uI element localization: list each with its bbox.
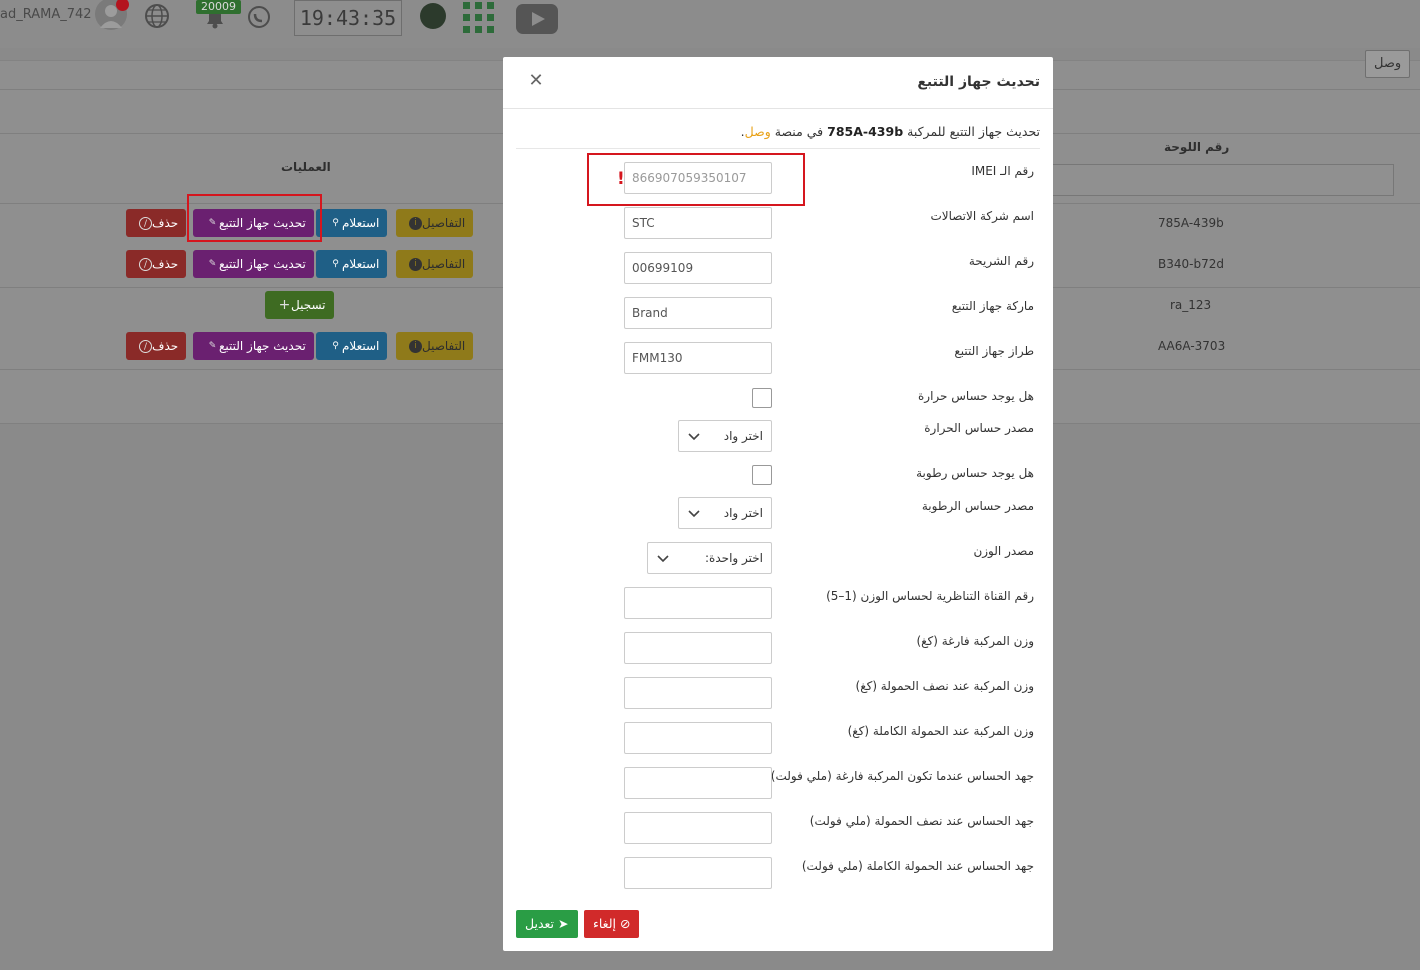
empty-weight-field[interactable]	[624, 632, 772, 664]
update-tracker-button[interactable]: ✎ تحديث جهاز التتبع	[193, 250, 314, 278]
full-voltage-label: جهد الحساس عند الحمولة الكاملة (ملي فولت…	[801, 859, 1034, 873]
chevron-down-icon	[688, 510, 700, 518]
full-voltage-field[interactable]	[624, 857, 772, 889]
operations-header: العمليات	[281, 160, 331, 174]
highlight-box	[587, 153, 805, 206]
model-label: طراز جهاز التتبع	[954, 344, 1034, 358]
model-field[interactable]: FMM130	[624, 342, 772, 374]
pencil-icon: ✎	[208, 259, 217, 269]
plate-cell: B340-b72d	[1158, 257, 1224, 271]
humidity-sensor-checkbox[interactable]	[752, 465, 772, 485]
chevron-down-icon	[688, 433, 700, 441]
globe-icon[interactable]	[144, 3, 170, 29]
wasl-button[interactable]: وصل	[1365, 50, 1411, 78]
search-icon: ⚲	[332, 341, 339, 351]
empty-voltage-label: جهد الحساس عندما تكون المركبة فارغة (ملي…	[770, 769, 1034, 783]
half-weight-label: وزن المركبة عند نصف الحمولة (كغ)	[855, 679, 1034, 693]
details-button[interactable]: i التفاصيل	[396, 332, 474, 360]
plate-cell: AA6A-3703	[1158, 339, 1226, 353]
full-weight-field[interactable]	[624, 722, 772, 754]
imei-label: رقم الـ IMEI	[971, 164, 1034, 178]
info-icon: i	[409, 340, 422, 353]
half-weight-field[interactable]	[624, 677, 772, 709]
divider	[516, 148, 1040, 149]
analog-channel-field[interactable]	[624, 587, 772, 619]
highlight-box	[187, 194, 322, 242]
support-icon[interactable]	[246, 4, 272, 30]
weight-source-select[interactable]: اختر واحدة:	[647, 542, 772, 574]
half-voltage-label: جهد الحساس عند نصف الحمولة (ملي فولت)	[809, 814, 1034, 828]
info-icon: i	[409, 258, 422, 271]
temp-sensor-label: هل يوجد حساس حرارة	[918, 389, 1034, 403]
ban-icon: /	[139, 340, 152, 353]
plate-cell: 785A-439b	[1158, 216, 1224, 230]
telecom-field[interactable]: STC	[624, 207, 772, 239]
delete-button[interactable]: / حذف	[126, 209, 187, 237]
plate-cell: ra_123	[1170, 298, 1212, 312]
pencil-icon: ✎	[208, 341, 217, 351]
send-icon: ➤	[558, 916, 569, 931]
full-weight-label: وزن المركبة عند الحمولة الكاملة (كغ)	[847, 724, 1034, 738]
temp-source-label: مصدر حساس الحرارة	[924, 421, 1034, 435]
empty-weight-label: وزن المركبة فارغة (كغ)	[916, 634, 1034, 648]
save-button[interactable]: ➤ تعديل	[516, 910, 578, 938]
intro-brand: وصل	[744, 124, 771, 139]
close-icon[interactable]: ✕	[527, 72, 545, 90]
modal-header: تحديث جهاز التتبع ✕	[503, 57, 1053, 109]
chevron-down-icon	[657, 555, 669, 563]
details-button[interactable]: i التفاصيل	[396, 209, 474, 237]
top-bar: ad_RAMA_742 20009 19:43:35	[0, 0, 1420, 48]
humidity-sensor-label: هل يوجد حساس رطوبة	[916, 466, 1034, 480]
analog-channel-label: رقم القناة التناظرية لحساس الوزن (1–5)	[826, 589, 1034, 603]
plate-header: رقم اللوحة	[1164, 140, 1230, 154]
profile-picture[interactable]	[420, 3, 446, 29]
cancel-button[interactable]: ⊘ إلغاء	[584, 910, 640, 938]
intro-vehicle: 785A-439b	[827, 124, 904, 139]
half-voltage-field[interactable]	[624, 812, 772, 844]
plate-filter-input[interactable]	[1046, 164, 1394, 196]
info-icon: i	[409, 217, 422, 230]
update-tracker-modal: تحديث جهاز التتبع ✕ تحديث جهاز التتبع لل…	[503, 57, 1053, 951]
search-icon: ⚲	[332, 218, 339, 228]
sim-label: رقم الشريحة	[968, 254, 1034, 268]
ban-icon: /	[139, 258, 152, 271]
clock: 19:43:35	[294, 0, 402, 36]
query-button[interactable]: ⚲ استعلام	[316, 332, 388, 360]
update-tracker-button[interactable]: ✎ تحديث جهاز التتبع	[193, 332, 314, 360]
ban-icon: /	[139, 217, 152, 230]
modal-title: تحديث جهاز التتبع	[917, 74, 1040, 90]
plus-icon: +	[278, 297, 291, 313]
notification-badge: 20009	[196, 0, 241, 14]
temp-sensor-checkbox[interactable]	[752, 388, 772, 408]
sim-field[interactable]: 00699109	[624, 252, 772, 284]
humidity-source-select[interactable]: اختر واد	[678, 497, 772, 529]
search-icon: ⚲	[332, 259, 339, 269]
delete-button[interactable]: / حذف	[126, 332, 187, 360]
apps-grid-icon[interactable]	[463, 2, 494, 33]
ban-icon: ⊘	[619, 916, 631, 931]
video-play-icon[interactable]	[516, 4, 558, 34]
weight-source-label: مصدر الوزن	[973, 544, 1034, 558]
modal-intro: تحديث جهاز التتبع للمركبة 785A-439b في م…	[740, 124, 1040, 139]
query-button[interactable]: ⚲ استعلام	[316, 209, 388, 237]
temp-source-select[interactable]: اختر واد	[678, 420, 772, 452]
details-button[interactable]: i التفاصيل	[396, 250, 474, 278]
humidity-source-label: مصدر حساس الرطوبة	[921, 499, 1034, 513]
username[interactable]: ad_RAMA_742	[0, 7, 92, 22]
brand-field[interactable]: Brand	[624, 297, 772, 329]
brand-label: ماركة جهاز التتبع	[951, 299, 1034, 313]
empty-voltage-field[interactable]	[624, 767, 772, 799]
register-button[interactable]: +تسجيل	[265, 291, 334, 319]
telecom-label: اسم شركة الاتصالات	[930, 209, 1034, 223]
query-button[interactable]: ⚲ استعلام	[316, 250, 388, 278]
delete-button[interactable]: / حذف	[126, 250, 187, 278]
